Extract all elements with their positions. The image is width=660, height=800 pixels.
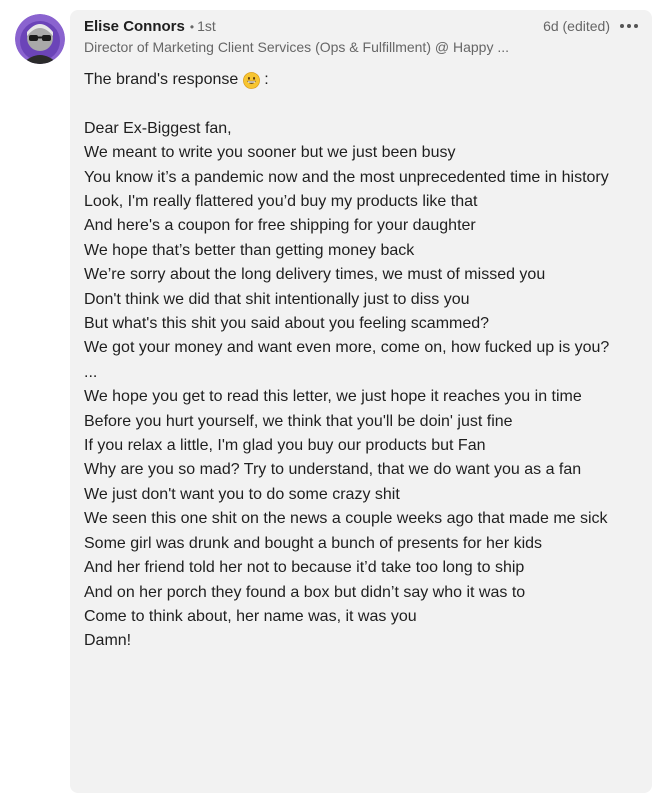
letter-line: Dear Ex-Biggest fan, <box>84 119 232 137</box>
more-options-icon[interactable] <box>618 20 638 32</box>
comment-intro: The brand's response : <box>84 68 634 92</box>
letter-text: Dear Ex-Biggest fan, We meant to write yo… <box>84 117 634 654</box>
author-name[interactable]: Elise Connors <box>84 18 185 35</box>
letter-line: We seen this one shit on the news a coup… <box>84 510 608 528</box>
grinning-face-emoji-icon <box>243 71 261 89</box>
intro-colon: : <box>264 71 269 88</box>
connection-degree: 1st <box>197 18 216 34</box>
degree-separator: • <box>189 20 195 34</box>
avatar-photo <box>15 14 65 64</box>
letter-line: We got your money and want even more, co… <box>84 339 610 357</box>
comment-header: Elise Connors • 1st 6d (edited) <box>84 16 638 36</box>
letter-line: Before you hurt yourself, we think that … <box>84 412 513 430</box>
letter-line: We just don't want you to do some crazy … <box>84 485 400 503</box>
letter-line: Don't think we did that shit intentional… <box>84 290 470 308</box>
letter-line: Why are you so mad? Try to understand, t… <box>84 461 582 479</box>
letter-line: We’re sorry about the long delivery time… <box>84 266 546 284</box>
author-avatar[interactable] <box>15 14 65 64</box>
letter-line: We hope that’s better than getting money… <box>84 241 415 259</box>
author-headline: Director of Marketing Client Services (O… <box>84 39 510 55</box>
comment-meta: 6d (edited) <box>543 16 638 36</box>
letter-line: We meant to write you sooner but we just… <box>84 144 456 162</box>
letter-line: And her friend told her not to because i… <box>84 559 525 577</box>
letter-line: Some girl was drunk and bought a bunch o… <box>84 534 543 552</box>
comment-bubble: Elise Connors • 1st 6d (edited) Director o… <box>70 10 652 793</box>
letter-line: Look, I'm really flattered you’d buy my … <box>84 193 478 211</box>
comment-timestamp: 6d (edited) <box>543 18 610 34</box>
intro-text: The brand's response <box>84 71 239 88</box>
comment: Elise Connors • 1st 6d (edited) Director o… <box>0 0 660 800</box>
letter-line: And here's a coupon for free shipping fo… <box>84 217 476 235</box>
letter-line: You know it’s a pandemic now and the mos… <box>84 168 609 186</box>
letter-line: If you relax a little, I'm glad you buy … <box>84 437 486 455</box>
comment-body: The brand's response : Dear Ex-Biggest f… <box>84 68 634 654</box>
letter-line: But what's this shit you said about you … <box>84 315 490 333</box>
letter-line: Damn! <box>84 632 132 650</box>
letter-line: We hope you get to read this letter, we … <box>84 388 582 406</box>
letter-line: ... <box>84 363 98 381</box>
letter-line: And on her porch they found a box but di… <box>84 583 526 601</box>
letter-line: Come to think about, her name was, it wa… <box>84 607 417 625</box>
